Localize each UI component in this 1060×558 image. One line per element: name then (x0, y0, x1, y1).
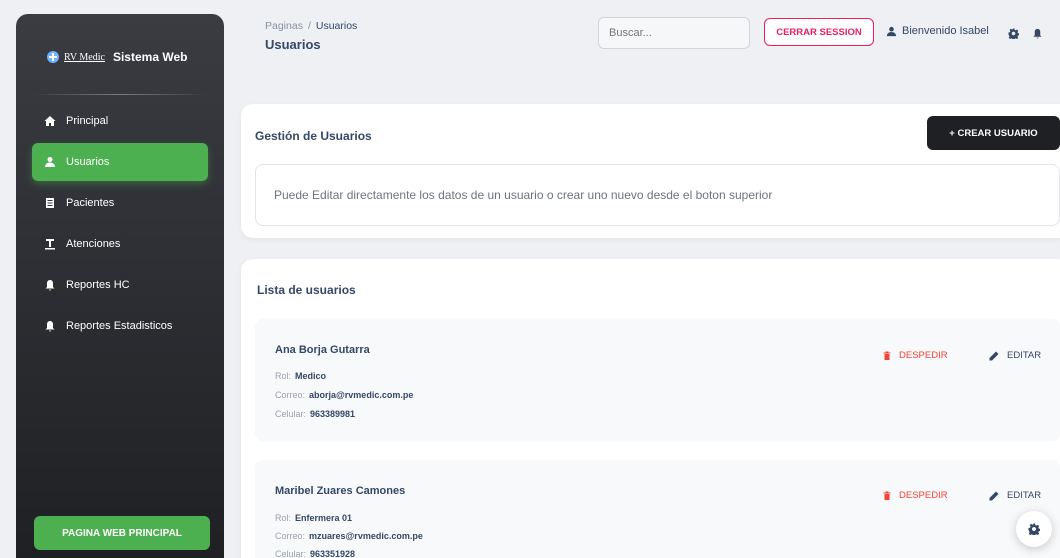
user-role: Rol: Medico (275, 371, 326, 381)
email-label: Correo: (275, 390, 306, 400)
sidebar-nav: Principal Usuarios Pacientes Atenciones … (32, 102, 208, 348)
user-role: Rol: Enfermera 01 (275, 513, 352, 523)
logout-button[interactable]: CERRAR SESSION (764, 18, 874, 46)
sidebar-item-label: Reportes Estadisticos (66, 320, 173, 332)
user-phone: Celular: 963389981 (275, 409, 355, 419)
sidebar: RV Medic Sistema Web Principal Usuarios … (16, 14, 224, 558)
sidebar-item-reportes-hc[interactable]: Reportes HC (32, 266, 208, 304)
user-name: Maribel Zuares Camones (275, 485, 406, 497)
user-icon (44, 156, 56, 168)
breadcrumb-root[interactable]: Paginas (265, 20, 303, 32)
pencil-icon (989, 351, 999, 360)
fire-button[interactable]: DESPEDIR (883, 350, 948, 361)
main-website-button[interactable]: PAGINA WEB PRINCIPAL (34, 516, 210, 550)
pencil-icon (989, 491, 999, 500)
phone-value: 963389981 (310, 409, 356, 419)
sidebar-item-principal[interactable]: Principal (32, 102, 208, 140)
fire-label: DESPEDIR (899, 350, 948, 361)
list-item: Maribel Zuares Camones Rol: Enfermera 01 … (255, 460, 1060, 558)
logo-text: RV Medic (64, 51, 105, 63)
phone-value: 963351928 (310, 549, 356, 558)
clipboard-icon (44, 197, 56, 209)
email-value: aborja@rvmedic.com.pe (309, 390, 414, 400)
bell-icon[interactable] (1032, 26, 1043, 39)
phone-label: Celular: (275, 409, 307, 419)
sidebar-item-label: Pacientes (66, 197, 115, 209)
sidebar-item-label: Principal (66, 115, 109, 127)
breadcrumb-current: Usuarios (315, 20, 358, 32)
sidebar-item-pacientes[interactable]: Pacientes (32, 184, 208, 222)
user-email: Correo: mzuares@rvmedic.com.pe (275, 531, 423, 541)
search-input[interactable] (598, 17, 750, 49)
card-title: Gestión de Usuarios (255, 129, 372, 143)
sidebar-item-label: Usuarios (66, 156, 110, 168)
brand[interactable]: RV Medic Sistema Web (46, 50, 187, 64)
bell-icon (44, 279, 56, 291)
gear-icon[interactable] (1008, 26, 1020, 41)
fire-label: DESPEDIR (899, 490, 948, 501)
sidebar-item-atenciones[interactable]: Atenciones (32, 225, 208, 263)
role-value: Enfermera 01 (295, 513, 353, 523)
info-message: Puede Editar directamente los datos de u… (255, 164, 1060, 226)
user-management-card: Gestión de Usuarios + CREAR USUARIO Pued… (241, 104, 1060, 238)
page-title: Usuarios (265, 37, 321, 52)
edit-button[interactable]: EDITAR (989, 490, 1041, 501)
breadcrumb-separator: / (307, 20, 311, 32)
brand-name: Sistema Web (112, 50, 188, 64)
fire-button[interactable]: DESPEDIR (883, 490, 948, 501)
user-name: Ana Borja Gutarra (275, 344, 370, 356)
email-label: Correo: (275, 531, 306, 541)
role-label: Rol: (275, 371, 292, 381)
user-icon (886, 26, 897, 36)
card-title: Lista de usuarios (257, 283, 356, 297)
role-label: Rol: (275, 513, 292, 523)
trash-icon (883, 491, 891, 500)
users-list-card: Lista de usuarios Ana Borja Gutarra Rol:… (241, 259, 1060, 558)
phone-label: Celular: (275, 549, 307, 558)
gear-icon (1028, 523, 1040, 535)
medical-icon (44, 238, 56, 250)
rv-medic-logo-icon (46, 50, 60, 64)
sidebar-divider (32, 94, 208, 95)
welcome-text: Bienvenido Isabel (902, 25, 989, 37)
list-item: Ana Borja Gutarra Rol: Medico Correo: abor… (255, 319, 1060, 441)
role-value: Medico (295, 371, 327, 381)
email-value: mzuares@rvmedic.com.pe (309, 531, 423, 541)
trash-icon (883, 351, 891, 360)
edit-label: EDITAR (1007, 490, 1042, 501)
user-email: Correo: aborja@rvmedic.com.pe (275, 390, 413, 400)
bell-icon (44, 320, 56, 332)
sidebar-item-reportes-estadisticos[interactable]: Reportes Estadisticos (32, 307, 208, 345)
sidebar-item-label: Atenciones (66, 238, 121, 250)
edit-button[interactable]: EDITAR (989, 350, 1041, 361)
welcome-user[interactable]: Bienvenido Isabel (886, 25, 989, 37)
home-icon (44, 115, 56, 127)
create-user-button[interactable]: + CREAR USUARIO (927, 116, 1060, 150)
user-phone: Celular: 963351928 (275, 549, 355, 558)
edit-label: EDITAR (1007, 350, 1042, 361)
sidebar-item-usuarios[interactable]: Usuarios (32, 143, 208, 181)
breadcrumb: Paginas / Usuarios (265, 20, 357, 32)
sidebar-item-label: Reportes HC (66, 279, 130, 291)
settings-fab[interactable] (1016, 511, 1052, 547)
